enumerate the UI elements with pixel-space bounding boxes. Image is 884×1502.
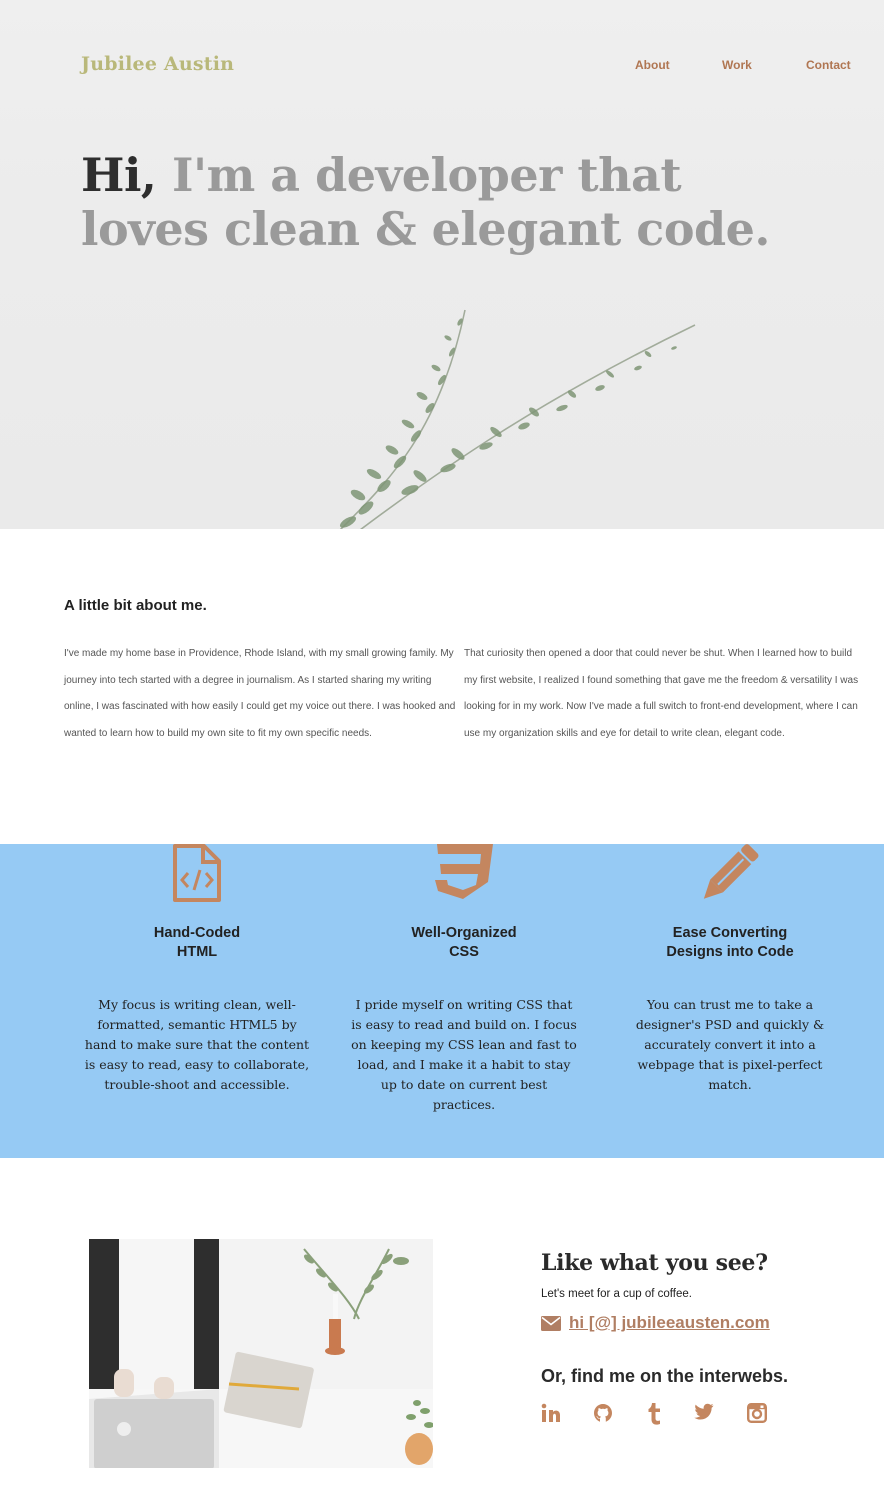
skill-design-title: Ease Converting Designs into Code xyxy=(666,925,794,960)
github-icon[interactable] xyxy=(593,1403,615,1425)
social-links xyxy=(541,1403,801,1427)
nav-work[interactable]: Work xyxy=(722,58,752,72)
skills-section: Hand-Coded HTML My focus is writing clean… xyxy=(0,844,884,1158)
nav-about[interactable]: About xyxy=(635,58,670,72)
pencil-icon xyxy=(597,844,863,924)
about-text-right: That curiosity then opened a door that c… xyxy=(464,648,859,740)
twitter-icon[interactable] xyxy=(694,1403,716,1425)
workspace-photo xyxy=(89,1239,433,1468)
skill-css-text: I pride myself on writing CSS that is ea… xyxy=(351,997,577,1112)
hero-headline-rest: I'm a developer that loves clean & elega… xyxy=(81,148,770,256)
skill-html-text: My focus is writing clean, well-formatte… xyxy=(84,997,310,1092)
nav-contact[interactable]: Contact xyxy=(806,58,851,72)
instagram-icon[interactable] xyxy=(747,1403,769,1425)
skill-design: Ease Converting Designs into Code You can… xyxy=(597,844,863,1095)
skill-css-title: Well-Organized CSS xyxy=(411,925,517,960)
linkedin-icon[interactable] xyxy=(541,1403,563,1425)
contact-subtitle: Let's meet for a cup of coffee. xyxy=(541,1288,692,1300)
eucalyptus-branch-image xyxy=(339,309,696,529)
hero-greeting: Hi, xyxy=(81,148,157,202)
html-file-icon xyxy=(64,844,330,924)
css3-icon xyxy=(331,844,597,924)
hero-headline: Hi, I'm a developer that loves clean & e… xyxy=(81,148,781,256)
contact-title: Like what you see? xyxy=(541,1250,768,1276)
about-text-left: I've made my home base in Providence, Rh… xyxy=(64,648,456,740)
about-title: A little bit about me. xyxy=(64,597,207,614)
social-title: Or, find me on the interwebs. xyxy=(541,1366,789,1386)
hero-section: Jubilee Austin About Work Contact Hi, I'… xyxy=(0,0,884,529)
skill-design-text: You can trust me to take a designer's PS… xyxy=(635,997,825,1092)
skill-html-title: Hand-Coded HTML xyxy=(153,925,241,960)
tumblr-icon[interactable] xyxy=(647,1403,669,1425)
skill-html: Hand-Coded HTML My focus is writing clean… xyxy=(64,844,330,1095)
main-nav: About Work Contact xyxy=(0,58,884,78)
skill-css: Well-Organized CSS I pride myself on writ… xyxy=(331,844,597,1115)
email-link[interactable]: hi [@] jubileeausten.com xyxy=(541,1313,770,1333)
envelope-icon xyxy=(541,1315,561,1331)
email-text: hi [@] jubileeausten.com xyxy=(569,1313,770,1332)
